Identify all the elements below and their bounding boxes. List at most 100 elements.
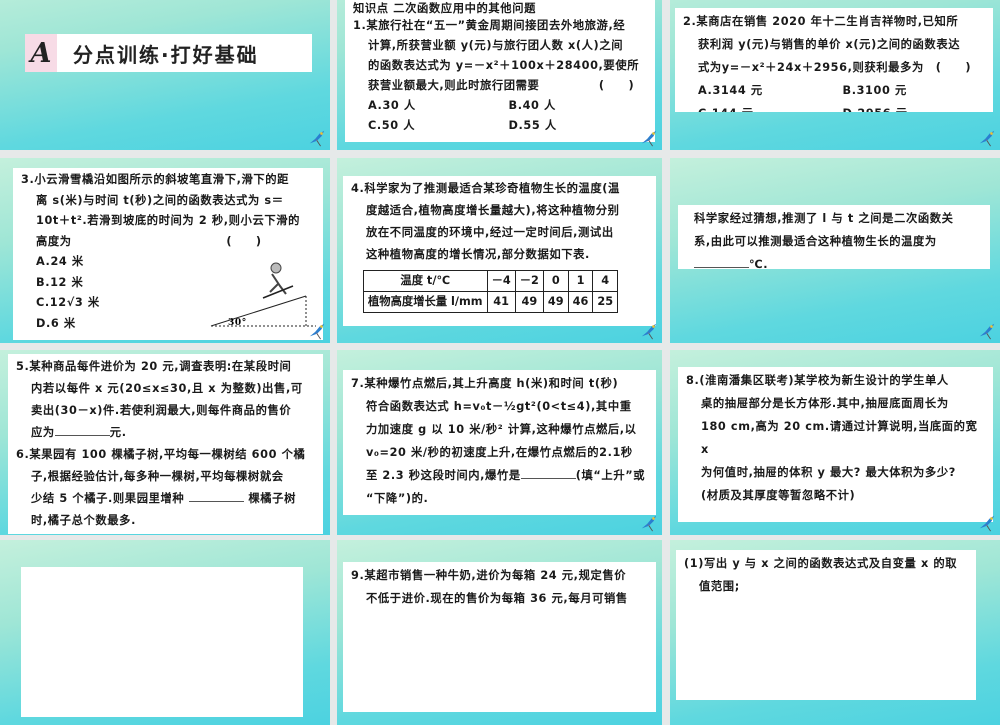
q-line: 至 2.3 秒这段时间内,爆竹是 <box>366 469 521 482</box>
slide-7[interactable]: 5.某种商品每件进价为 20 元,调查表明:在某段时间 内若以每件 x 元(20… <box>0 350 330 535</box>
q-line: 获利润 y(元)与销售的单价 x(元)之间的函数表达 <box>698 38 961 51</box>
bird-icon <box>978 129 996 147</box>
slope-diagram: 30° <box>210 262 316 328</box>
table-row: 植物高度增长量 l/mm 41 49 49 46 25 <box>363 291 619 313</box>
q-line: 的函数表达式为 y=－x²＋100x＋28400,要使所 <box>368 59 640 72</box>
q-line: 7.某种爆竹点燃后,其上升高度 h(米)和时间 t(秒) <box>351 377 619 390</box>
q-line: 离 s(米)与时间 t(秒)之间的函数表达式为 s＝ <box>36 193 284 207</box>
table-cell: 25 <box>592 291 619 313</box>
bird-icon <box>640 129 658 147</box>
table-cell: －4 <box>486 270 516 292</box>
answer-blank[interactable] <box>520 466 576 479</box>
q-line: 1.某旅行社在“五一”黄金周期间接团去外地旅游,经 <box>353 19 626 32</box>
table-cell: 46 <box>567 291 594 313</box>
q-line: 应为 <box>31 426 55 439</box>
slide-1[interactable]: A 分点训练·打好基础 <box>0 0 330 150</box>
option-b[interactable]: B.3100 元 <box>843 79 988 102</box>
q-line: 这种植物高度的增长情况,部分数据如下表. <box>366 248 590 261</box>
q-line: 棵橘子树 <box>248 492 296 505</box>
q-line: 4.科学家为了推测最适合某珍奇植物生长的温度(温 <box>351 182 620 195</box>
table-cell: －2 <box>514 270 544 292</box>
option-b[interactable]: B.40 人 <box>509 96 650 116</box>
slide-2[interactable]: 知识点 二次函数应用中的其他问题 1.某旅行社在“五一”黄金周期间接团去外地旅游… <box>337 0 662 150</box>
q-line: 少结 5 个橘子.则果园里增种 <box>31 492 185 505</box>
q-line: (材质及其厚度等暂忽略不计) <box>701 489 856 502</box>
data-table: 温度 t/℃ －4 －2 0 1 4 植物高度增长量 l/mm 41 49 49 46 25 <box>363 270 619 313</box>
q-line: 6.某果园有 100 棵橘子树,平均每一棵树结 600 个橘 <box>16 448 306 461</box>
question-8: 8.(淮南潘集区联考)某学校为新生设计的学生单人 桌的抽屉部分是长方体形.其中,… <box>678 367 993 522</box>
q-line: “下降”)的. <box>366 492 429 505</box>
q-line: 2.某商店在销售 2020 年十二生肖吉祥物时,已知所 <box>683 15 959 28</box>
q-line: (1)写出 y 与 x 之间的函数表达式及自变量 x 的取 <box>684 557 958 570</box>
q-line: 时,橘子总个数最多. <box>31 514 136 527</box>
question-2: 2.某商店在销售 2020 年十二生肖吉祥物时,已知所 获利润 y(元)与销售的… <box>675 8 993 112</box>
question-9: 9.某超市销售一种牛奶,进价为每箱 24 元,规定售价 不低于进价.现在的售价为… <box>343 562 656 712</box>
question-8-part-1: (1)写出 y 与 x 之间的函数表达式及自变量 x 的取 值范围; <box>676 550 976 700</box>
q-line: 子,根据经验估计,每多种一棵树,平均每棵树就会 <box>31 470 284 483</box>
section-title: A 分点训练·打好基础 <box>25 34 312 72</box>
q-line: 符合函数表达式 h=v₀t－½gt²(0<t≤4),其中重 <box>366 400 632 413</box>
q-line: 放在不同温度的环境中,经过一定时间后,测试出 <box>366 226 614 239</box>
q-line: 3.小云滑雪橇沿如图所示的斜坡笔直滑下,滑下的距 <box>21 173 290 186</box>
bird-icon <box>640 322 658 340</box>
angle-label: 30° <box>228 318 247 328</box>
option-d[interactable]: D.55 人 <box>509 116 650 136</box>
section-heading: 知识点 二次函数应用中的其他问题 <box>353 2 536 15</box>
q-line: 卖出(30－x)件.若使利润最大,则每件商品的售价 <box>31 404 292 417</box>
bird-icon <box>308 322 326 340</box>
slide-5[interactable]: 4.科学家为了推测最适合某珍奇植物生长的温度(温 度越适合,植物高度增长量越大)… <box>337 158 662 343</box>
q-line: 不低于进价.现在的售价为每箱 36 元,每月可销售 <box>366 592 628 605</box>
q-line: 力加速度 g 以 10 米/秒² 计算,这种爆竹点燃后,以 <box>366 423 637 436</box>
section-badge: A <box>25 34 57 72</box>
table-cell: 41 <box>486 291 516 313</box>
question-7: 7.某种爆竹点燃后,其上升高度 h(米)和时间 t(秒) 符合函数表达式 h=v… <box>343 370 656 515</box>
q-line: 科学家经过猜想,推测了 l 与 t 之间是二次函数关 <box>694 212 954 225</box>
q-line: 系,由此可以推测最适合这种植物生长的温度为 <box>694 235 937 248</box>
q-line: 桌的抽屉部分是长方体形.其中,抽屉底面周长为 <box>701 397 949 410</box>
slide-4[interactable]: 3.小云滑雪橇沿如图所示的斜坡笔直滑下,滑下的距 离 s(米)与时间 t(秒)之… <box>0 158 330 343</box>
option-a[interactable]: A.3144 元 <box>698 79 843 102</box>
table-row: 温度 t/℃ －4 －2 0 1 4 <box>363 270 619 292</box>
q-line: 5.某种商品每件进价为 20 元,调查表明:在某段时间 <box>16 360 292 373</box>
bird-icon <box>640 514 658 532</box>
answer-blank[interactable] <box>694 255 749 268</box>
q-line: 为何值时,抽屉的体积 y 最大? 最大体积为多少? <box>701 466 956 479</box>
slide-11[interactable]: 9.某超市销售一种牛奶,进价为每箱 24 元,规定售价 不低于进价.现在的售价为… <box>337 540 662 725</box>
answer-blank[interactable] <box>54 423 110 436</box>
answer-blank[interactable] <box>188 489 244 502</box>
option-c[interactable]: C.144 元 <box>698 102 843 112</box>
q-line: 10t＋t².若滑到坡底的时间为 2 秒,则小云下滑的 <box>36 214 301 227</box>
slide-6[interactable]: 科学家经过猜想,推测了 l 与 t 之间是二次函数关 系,由此可以推测最适合这种… <box>670 158 1000 343</box>
q-line: v₀=20 米/秒的初速度上升,在爆竹点燃后的2.1秒 <box>366 446 633 459</box>
slide-3[interactable]: 2.某商店在销售 2020 年十二生肖吉祥物时,已知所 获利润 y(元)与销售的… <box>670 0 1000 150</box>
q-line: 9.某超市销售一种牛奶,进价为每箱 24 元,规定售价 <box>351 569 627 582</box>
q-line: 8.(淮南潘集区联考)某学校为新生设计的学生单人 <box>686 374 949 387</box>
bird-icon <box>978 322 996 340</box>
q-line: 式为y=－x²＋24x＋2956,则获利最多为 ( ) <box>698 61 972 74</box>
q-line: 值范围; <box>699 580 740 593</box>
question-3: 3.小云滑雪橇沿如图所示的斜坡笔直滑下,滑下的距 离 s(米)与时间 t(秒)之… <box>13 168 323 340</box>
table-cell: 49 <box>514 291 544 313</box>
slide-12[interactable]: (1)写出 y 与 x 之间的函数表达式及自变量 x 的取 值范围; <box>670 540 1000 725</box>
slide-8[interactable]: 7.某种爆竹点燃后,其上升高度 h(米)和时间 t(秒) 符合函数表达式 h=v… <box>337 350 662 535</box>
q-line: 高度为 ( ) <box>36 234 262 248</box>
bird-icon <box>978 514 996 532</box>
slide-9[interactable]: 8.(淮南潘集区联考)某学校为新生设计的学生单人 桌的抽屉部分是长方体形.其中,… <box>670 350 1000 535</box>
q-line: 计算,所获营业额 y(元)与旅行团人数 x(人)之间 <box>368 39 624 52</box>
q-line-end: ℃. <box>749 258 769 269</box>
q-line: 180 cm,高为 20 cm.请通过计算说明,当底面的宽 x <box>701 420 978 456</box>
questions-5-6: 5.某种商品每件进价为 20 元,调查表明:在某段时间 内若以每件 x 元(20… <box>8 354 323 534</box>
bird-icon <box>308 129 326 147</box>
q-line: 内若以每件 x 元(20≤x≤30,且 x 为整数)出售,可 <box>31 382 303 395</box>
table-cell: 49 <box>542 291 569 313</box>
option-d[interactable]: D.2956 元 <box>843 102 988 112</box>
table-cell: 0 <box>542 270 569 292</box>
blank-answer-area <box>21 567 303 717</box>
slide-10[interactable] <box>0 540 330 725</box>
option-c[interactable]: C.50 人 <box>368 116 509 136</box>
question-1: 知识点 二次函数应用中的其他问题 1.某旅行社在“五一”黄金周期间接团去外地旅游… <box>345 0 655 142</box>
table-cell: 1 <box>567 270 594 292</box>
option-a[interactable]: A.30 人 <box>368 96 509 116</box>
question-4-continued: 科学家经过猜想,推测了 l 与 t 之间是二次函数关 系,由此可以推测最适合这种… <box>678 205 990 269</box>
q-line: 元. <box>109 426 127 439</box>
